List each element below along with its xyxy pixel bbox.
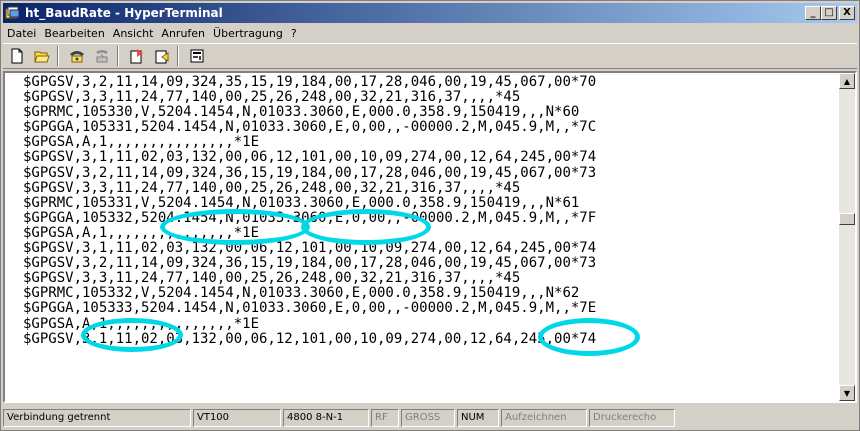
scroll-down-icon[interactable]: ▼ [839,385,855,401]
highlight-latitude [160,209,310,245]
status-capture: Aufzeichnen [501,408,587,427]
receive-icon[interactable] [150,45,173,67]
terminal-line: $GPGSV,3,1,11,02,03,132,00,06,12,101,00,… [23,149,597,166]
status-print-echo: Druckerecho [589,408,675,427]
terminal-text: $GPGSV,3,2,11,14,09,324,35,15,19,184,00,… [23,74,838,347]
hyperterminal-icon[interactable] [5,5,21,21]
terminal-line: $GPRMC,105330,V,5204.1454,N,01033.3060,E… [23,104,580,121]
menu-datei[interactable]: Datei [3,27,40,40]
toolbar-separator [177,46,179,66]
terminal-line: $GPGSV,3,2,11,14,09,324,36,15,19,184,00,… [23,164,597,181]
scroll-thumb[interactable] [839,213,855,225]
hyperterminal-window: ht_BaudRate - HyperTerminal _ □ X Datei … [0,0,860,431]
terminal-line: $GPRMC,105331,V,5204.1454,N,01033.3060,E… [23,194,580,211]
terminal-line: $GPGSV,3,3,11,24,77,140,00,25,26,248,00,… [23,270,521,287]
scroll-up-icon[interactable]: ▲ [839,73,855,89]
title-bar[interactable]: ht_BaudRate - HyperTerminal _ □ X [3,3,857,23]
terminal-output[interactable]: $GPGSV,3,2,11,14,09,324,35,15,19,184,00,… [3,71,857,403]
terminal-line: $GPRMC,105332,V,5204.1454,N,01033.3060,E… [23,285,580,302]
terminal-line: $GPGSV,3,2,11,14,09,324,36,15,19,184,00,… [23,255,597,272]
highlight-date [538,318,640,356]
toolbar [3,43,857,69]
status-scroll-lock: RF [371,408,399,427]
terminal-line: $GPGSV,3,3,11,24,77,140,00,25,26,248,00,… [23,179,521,196]
menu-uebertragung[interactable]: Übertragung [209,27,287,40]
window-title: ht_BaudRate - HyperTerminal [25,6,223,20]
disconnect-icon[interactable] [90,45,113,67]
vertical-scrollbar[interactable]: ▲ ▼ [839,73,855,401]
menu-bearbeiten[interactable]: Bearbeiten [40,27,108,40]
new-icon[interactable] [5,45,28,67]
status-port-settings: 4800 8-N-1 [283,408,369,427]
maximize-button[interactable]: □ [821,6,837,20]
toolbar-separator [57,46,59,66]
menu-help[interactable]: ? [287,27,301,40]
terminal-line: $GPGGA,105333,5204.1454,N,01033.3060,E,0… [23,300,597,317]
minimize-button[interactable]: _ [805,6,821,20]
connect-icon[interactable] [65,45,88,67]
terminal-line: $GPGSV,3,2,11,14,09,324,35,15,19,184,00,… [23,74,597,90]
highlight-longitude [301,209,431,245]
send-icon[interactable] [125,45,148,67]
status-connection: Verbindung getrennt [3,408,191,427]
close-button[interactable]: X [839,6,855,20]
status-emulation: VT100 [193,408,281,427]
open-icon[interactable] [30,45,53,67]
highlight-time [81,318,183,352]
terminal-line: $GPGGA,105332,5204.1454,N,01033.3060,E,0… [23,209,597,226]
menu-bar: Datei Bearbeiten Ansicht Anrufen Übertra… [3,24,301,42]
properties-icon[interactable] [185,45,208,67]
terminal-line: $GPGSA,A,1,,,,,,,,,,,,,,,*1E [23,134,260,151]
menu-ansicht[interactable]: Ansicht [109,27,158,40]
status-num-lock: NUM [457,408,499,427]
status-caps-lock: GROSS [401,408,455,427]
toolbar-separator [117,46,119,66]
terminal-line: $GPGSV,3,3,11,24,77,140,00,25,26,248,00,… [23,89,521,106]
terminal-line: $GPGGA,105331,5204.1454,N,01033.3060,E,0… [23,119,597,136]
status-bar: Verbindung getrennt VT100 4800 8-N-1 RF … [3,407,857,428]
terminal-line: $GPGSV,3,1,11,02,03,132,00,06,12,101,00,… [23,240,597,257]
menu-anrufen[interactable]: Anrufen [157,27,209,40]
